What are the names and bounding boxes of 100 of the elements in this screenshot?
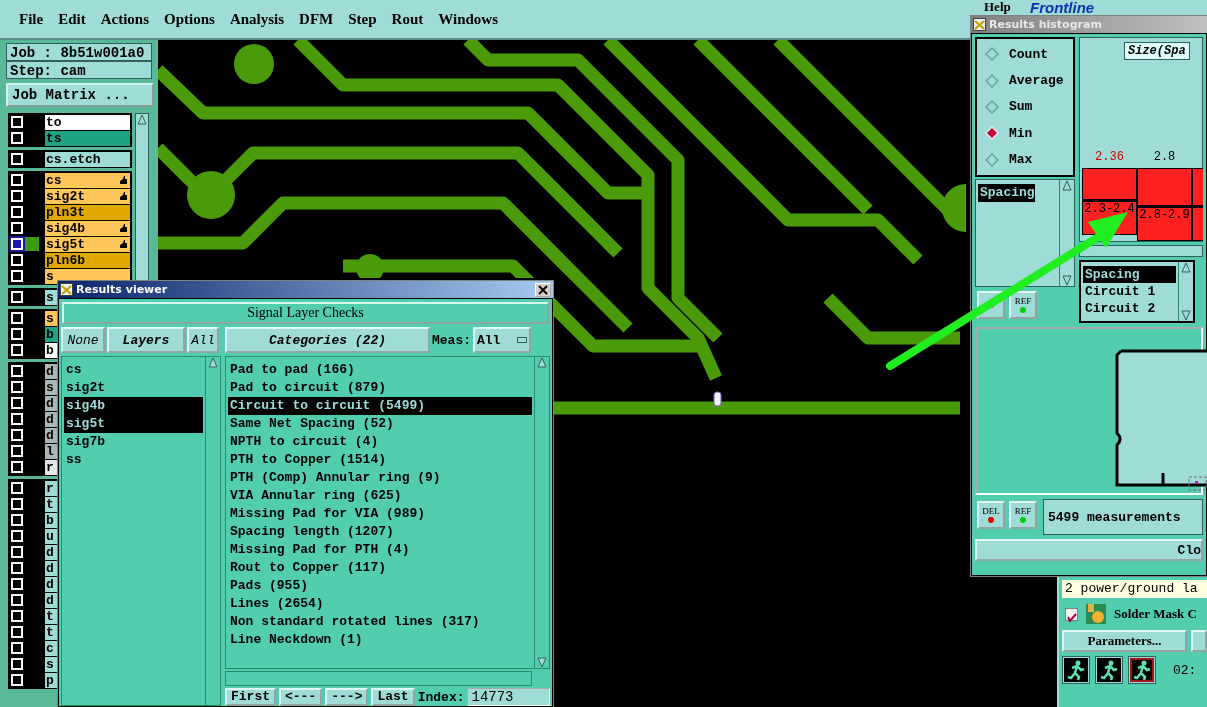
layer-name: s <box>45 379 54 395</box>
scroll-up-icon[interactable] <box>208 357 218 369</box>
menu-item[interactable]: Actions <box>100 10 160 28</box>
nav-button[interactable]: ---> <box>325 688 369 706</box>
radio-button[interactable] <box>985 73 999 88</box>
menu-item[interactable]: Edit <box>58 10 97 28</box>
run-button[interactable] <box>1128 656 1156 684</box>
refresh-button[interactable]: REF <box>1009 501 1037 529</box>
layer-name: t <box>45 496 54 512</box>
category-list-item[interactable]: Lines (2654) <box>228 595 532 613</box>
category-list-item[interactable]: Non standard rotated lines (317) <box>228 613 532 631</box>
category-list-item[interactable]: Pad to circuit (879) <box>228 379 532 397</box>
layer-cell[interactable]: sig5t <box>45 236 130 252</box>
layer-name: pln3t <box>45 204 85 220</box>
delete-button[interactable]: DEL <box>977 501 1005 529</box>
category-list-item[interactable]: Pads (955) <box>228 577 532 595</box>
measurement-count: 5499 measurements <box>1043 499 1203 535</box>
layer-list-item[interactable]: sig4b <box>64 397 203 415</box>
scroll-up-icon[interactable] <box>537 357 547 369</box>
layer-list-item[interactable]: sig5t <box>64 415 203 433</box>
radio-label: Sum <box>1009 99 1033 115</box>
nav-button[interactable]: Last <box>371 688 415 706</box>
category-list-item[interactable]: PTH to Copper (1514) <box>228 451 532 469</box>
run-button[interactable] <box>1095 656 1123 684</box>
none-button[interactable]: None <box>61 327 105 353</box>
job-matrix-button[interactable]: Job Matrix ... <box>6 83 154 107</box>
run-button[interactable] <box>1062 656 1090 684</box>
layer-cell[interactable]: cs <box>45 172 130 188</box>
feature-list-item[interactable]: Spacing <box>1083 266 1176 283</box>
scroll-up-icon[interactable] <box>1181 262 1191 274</box>
menu-item[interactable]: File <box>19 10 55 28</box>
scroll-up-icon[interactable] <box>137 114 147 126</box>
scroll-down-icon[interactable] <box>1062 274 1072 286</box>
close-button[interactable]: Clo <box>975 539 1203 561</box>
layer-name: s <box>45 310 54 326</box>
measure-list-item[interactable]: Spacing <box>978 184 1035 202</box>
categories-button[interactable]: Categories (22) <box>225 327 430 353</box>
radio-button[interactable] <box>985 152 999 167</box>
scrollbar[interactable] <box>534 357 549 668</box>
layer-cell[interactable]: sig4b <box>45 220 130 236</box>
menu-item[interactable]: Windows <box>438 10 509 28</box>
menu-item[interactable]: Analysis <box>229 10 296 28</box>
layer-name: s <box>45 656 54 672</box>
category-list-item[interactable]: Rout to Copper (117) <box>228 559 532 577</box>
category-list-item[interactable]: Line Neckdown (1) <box>228 631 532 649</box>
layer-cell[interactable]: pln3t <box>45 204 130 220</box>
radio-button[interactable] <box>985 47 999 62</box>
scroll-up-icon[interactable] <box>1062 180 1072 192</box>
checkbox[interactable] <box>1065 607 1078 621</box>
header-button[interactable]: Signal Layer Checks <box>62 302 549 324</box>
menu-item[interactable]: DFM <box>299 10 345 28</box>
parameters-button[interactable]: Parameters... <box>1062 630 1187 652</box>
nav-button[interactable]: First <box>225 688 276 706</box>
category-list-item[interactable]: Circuit to circuit (5499) <box>228 397 532 415</box>
refresh-button[interactable]: REF <box>1009 291 1037 319</box>
layer-cell[interactable]: cs.etch <box>45 151 130 167</box>
menu-item[interactable]: Step <box>348 10 388 28</box>
category-list-item[interactable]: VIA Annular ring (625) <box>228 487 532 505</box>
category-list-item[interactable]: PTH (Comp) Annular ring (9) <box>228 469 532 487</box>
category-list-item[interactable]: Same Net Spacing (52) <box>228 415 532 433</box>
horizontal-scrollbar[interactable] <box>1079 244 1203 257</box>
radio-label: Max <box>1009 152 1033 168</box>
layer-name: sig4b <box>45 220 85 236</box>
index-label: Index: <box>417 688 465 706</box>
layer-cell[interactable]: to <box>45 114 130 130</box>
category-list-item[interactable]: Pad to pad (166) <box>228 361 532 379</box>
dropdown-value: All <box>477 332 501 348</box>
layer-name: u <box>45 528 54 544</box>
layer-cell[interactable]: sig2t <box>45 188 130 204</box>
all-button[interactable]: All <box>187 327 219 353</box>
category-list-item[interactable]: Missing Pad for VIA (989) <box>228 505 532 523</box>
radio-button[interactable] <box>985 99 999 114</box>
layer-list-item[interactable]: cs <box>64 361 203 379</box>
layer-name: s <box>45 289 54 305</box>
meas-dropdown[interactable]: All <box>473 327 531 353</box>
help-menu[interactable]: Help <box>984 0 1011 14</box>
layer-cell[interactable]: ts <box>45 130 130 146</box>
scrollbar[interactable] <box>205 357 220 705</box>
layer-name: d <box>45 592 54 608</box>
scrollbar[interactable] <box>1059 180 1074 286</box>
nav-button[interactable]: <--- <box>279 688 323 706</box>
feature-list-item[interactable]: Circuit 2 <box>1083 300 1176 317</box>
feature-list-item[interactable]: Circuit 1 <box>1083 283 1176 300</box>
scrollbar[interactable] <box>1178 262 1193 321</box>
menu-item[interactable]: Rout <box>391 10 435 28</box>
close-button[interactable] <box>535 282 551 297</box>
category-list-item[interactable]: NPTH to circuit (4) <box>228 433 532 451</box>
category-list-item[interactable]: Missing Pad for PTH (4) <box>228 541 532 559</box>
menu-item[interactable]: Options <box>164 10 226 28</box>
close-icon <box>538 284 548 295</box>
scroll-down-icon[interactable] <box>1181 309 1191 321</box>
layer-list-item[interactable]: sig7b <box>64 433 203 451</box>
scroll-down-icon[interactable] <box>537 656 547 668</box>
horizontal-scrollbar[interactable] <box>225 671 532 686</box>
index-field[interactable]: 14773 <box>467 688 550 706</box>
layers-button[interactable]: Layers <box>107 327 185 353</box>
layer-cell[interactable]: pln6b <box>45 252 130 268</box>
category-list-item[interactable]: Spacing length (1207) <box>228 523 532 541</box>
layer-list-item[interactable]: ss <box>64 451 203 469</box>
layer-list-item[interactable]: sig2t <box>64 379 203 397</box>
